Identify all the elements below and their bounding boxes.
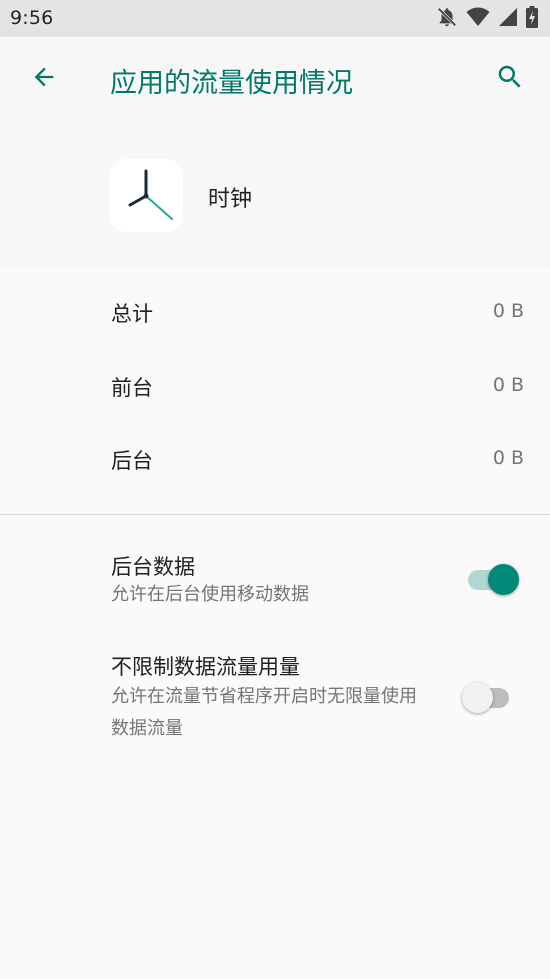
battery-charging-icon [526,6,538,32]
usage-label: 总计 [111,302,153,326]
status-time: 9:56 [10,7,54,29]
pref-title: 不限制数据流量用量 [111,655,300,679]
wifi-icon [466,7,490,31]
notifications-off-icon [436,6,458,32]
pref-title: 后台数据 [111,555,195,579]
usage-value: 0 B [492,447,524,469]
usage-row-total: 总计 0 B [0,282,550,342]
usage-section: 总计 0 B 前台 0 B 后台 0 B [0,270,550,515]
status-icons [436,6,538,32]
switch-thumb [488,564,519,595]
app-name: 时钟 [208,187,253,212]
pref-summary: 允许在流量节省程序开启时无限量使用数据流量 [111,686,417,739]
usage-value: 0 B [492,300,524,322]
background-data-switch[interactable] [468,561,519,597]
pref-summary: 允许在后台使用移动数据 [111,584,309,605]
preferences-section: 后台数据 允许在后台使用移动数据 不限制数据流量用量 允许在流量节省程序开启时无… [0,515,550,979]
page-title: 应用的流量使用情况 [110,68,353,99]
unrestricted-data-preference[interactable]: 不限制数据流量用量 允许在流量节省程序开启时无限量使用数据流量 [0,635,550,775]
usage-row-background: 后台 0 B [0,429,550,489]
clock-icon [110,159,183,232]
usage-label: 前台 [111,376,153,400]
cell-signal-icon [498,7,518,31]
switch-thumb [462,682,493,713]
status-bar: 9:56 [0,0,550,37]
back-button[interactable] [22,57,66,101]
unrestricted-data-switch[interactable] [462,679,515,715]
toolbar: 应用的流量使用情况 [0,37,550,125]
background-data-preference[interactable]: 后台数据 允许在后台使用移动数据 [0,525,550,635]
usage-value: 0 B [492,374,524,396]
search-icon [495,62,525,96]
usage-row-foreground: 前台 0 B [0,356,550,416]
usage-label: 后台 [111,449,153,473]
app-header: 时钟 [0,125,550,270]
arrow-back-icon [30,63,58,95]
search-button[interactable] [488,57,532,101]
